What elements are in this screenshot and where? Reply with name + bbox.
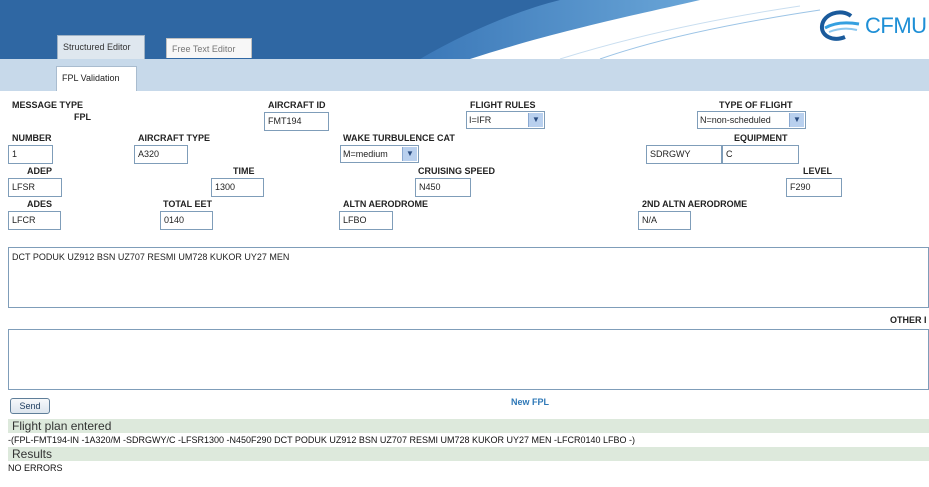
equipment-label: EQUIPMENT (734, 133, 788, 143)
level-label: LEVEL (803, 166, 833, 176)
route-textarea[interactable]: DCT PODUK UZ912 BSN UZ707 RESMI UM728 KU… (8, 247, 929, 308)
time-field[interactable]: 1300 (211, 178, 264, 197)
flight-rules-select[interactable]: I=IFR ▼ (466, 111, 545, 129)
altn2-aerodrome-field[interactable]: N/A (638, 211, 691, 230)
results-text: NO ERRORS (8, 463, 63, 473)
cfmu-swirl-icon (820, 10, 860, 41)
number-field[interactable]: 1 (8, 145, 53, 164)
flight-plan-entered-header: Flight plan entered (8, 419, 929, 433)
send-button[interactable]: Send (10, 398, 50, 414)
altn2-aerodrome-label: 2ND ALTN AERODROME (642, 199, 748, 209)
number-label: NUMBER (12, 133, 52, 143)
tab-free-text-editor[interactable]: Free Text Editor (166, 38, 252, 58)
level-field[interactable]: F290 (786, 178, 842, 197)
aircraft-id-label: AIRCRAFT ID (268, 100, 326, 110)
equipment-field-1[interactable]: SDRGWY (646, 145, 722, 164)
altn-aerodrome-label: ALTN AERODROME (343, 199, 428, 209)
flight-rules-value: I=IFR (469, 115, 492, 125)
message-type-label: MESSAGE TYPE (12, 100, 84, 110)
flight-rules-label: FLIGHT RULES (470, 100, 536, 110)
flight-plan-entered-text: -(FPL-FMT194-IN -1A320/M -SDRGWY/C -LFSR… (8, 435, 636, 445)
adep-field[interactable]: LFSR (8, 178, 62, 197)
ades-field[interactable]: LFCR (8, 211, 61, 230)
new-fpl-link[interactable]: New FPL (511, 397, 549, 407)
wake-turbulence-label: WAKE TURBULENCE CAT (343, 133, 455, 143)
sub-tab-bar (0, 59, 929, 91)
aircraft-type-label: AIRCRAFT TYPE (138, 133, 210, 143)
type-of-flight-select[interactable]: N=non-scheduled ▼ (697, 111, 806, 129)
other-info-label: OTHER I (890, 315, 927, 325)
chevron-down-icon: ▼ (528, 113, 543, 127)
cfmu-logo: CFMU (815, 10, 929, 42)
cruising-speed-field[interactable]: N450 (415, 178, 471, 197)
tab-fpl-validation[interactable]: FPL Validation (56, 66, 137, 91)
wake-turbulence-select[interactable]: M=medium ▼ (340, 145, 419, 163)
message-type-value: FPL (74, 112, 91, 122)
altn-aerodrome-field[interactable]: LFBO (339, 211, 393, 230)
total-eet-label: TOTAL EET (163, 199, 213, 209)
type-of-flight-value: N=non-scheduled (700, 115, 771, 125)
adep-label: ADEP (27, 166, 53, 176)
other-info-textarea[interactable] (8, 329, 929, 390)
tab-structured-editor[interactable]: Structured Editor (57, 35, 145, 59)
aircraft-id-field[interactable]: FMT194 (264, 112, 329, 131)
time-label: TIME (233, 166, 255, 176)
equipment-field-2[interactable]: C (722, 145, 799, 164)
chevron-down-icon: ▼ (402, 147, 417, 161)
cruising-speed-label: CRUISING SPEED (418, 166, 496, 176)
logo-text: CFMU (865, 13, 927, 38)
ades-label: ADES (27, 199, 53, 209)
total-eet-field[interactable]: 0140 (160, 211, 213, 230)
type-of-flight-label: TYPE OF FLIGHT (719, 100, 793, 110)
wake-turbulence-value: M=medium (343, 149, 388, 159)
chevron-down-icon: ▼ (789, 113, 804, 127)
results-header: Results (8, 447, 929, 461)
aircraft-type-field[interactable]: A320 (134, 145, 188, 164)
